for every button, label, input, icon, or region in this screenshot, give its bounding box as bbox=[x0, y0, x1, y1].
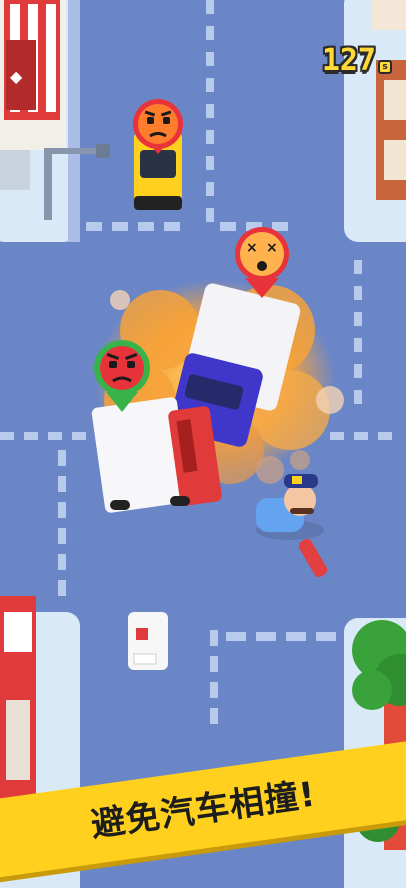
timer-unit-icon: s bbox=[378, 60, 392, 74]
timer-value: 127 bbox=[321, 43, 376, 78]
red-delivery-truck[interactable] bbox=[91, 397, 222, 514]
svg-text:×: × bbox=[246, 240, 258, 256]
brick-building bbox=[372, 0, 406, 200]
svg-text:×: × bbox=[266, 240, 278, 256]
game-stage[interactable]: ◆ × × 127 s 避免汽车相撞! bbox=[0, 0, 406, 888]
bottom-left-building bbox=[0, 596, 36, 806]
svg-text:◆: ◆ bbox=[10, 67, 23, 86]
white-van[interactable] bbox=[128, 612, 168, 670]
countdown-timer: 127 s bbox=[322, 46, 392, 76]
